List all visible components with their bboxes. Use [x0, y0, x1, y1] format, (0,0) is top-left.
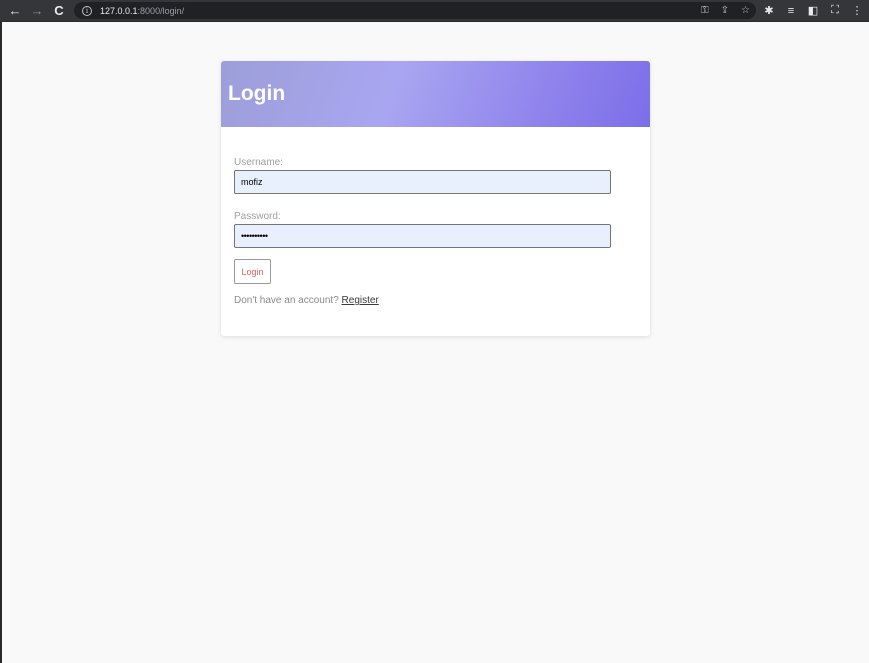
browser-toolbar: ← → C i 127.0.0.1:8000/login/ ⚿ ⇪ ☆ ✱ ≡ … — [0, 0, 869, 21]
login-card: Login Username: mofiz Password: ••••••••… — [221, 61, 650, 336]
key-icon[interactable]: ⚿ — [701, 5, 709, 16]
menu-icon[interactable]: ⋮ — [850, 4, 864, 17]
share-icon[interactable]: ⇪ — [721, 5, 729, 16]
login-card-header: Login — [221, 61, 650, 127]
register-prompt-line: Don't have an account? Register — [234, 295, 637, 306]
reload-icon: C — [54, 3, 64, 18]
register-prompt: Don't have an account? — [234, 295, 339, 306]
reload-button[interactable]: C — [48, 0, 70, 21]
arrow-left-icon: ← — [8, 3, 22, 18]
password-label: Password: — [234, 211, 281, 222]
url-path: :8000/login/ — [137, 5, 185, 16]
side-panel-icon[interactable]: ◧ — [806, 4, 820, 17]
forward-button[interactable]: → — [26, 0, 48, 21]
reading-list-icon[interactable]: ≡ — [784, 5, 798, 17]
extensions-icon[interactable]: ✱ — [762, 4, 776, 17]
register-link[interactable]: Register — [342, 295, 379, 306]
profile-icon[interactable]: ⛶ — [828, 4, 842, 17]
site-info-icon[interactable]: i — [82, 5, 92, 16]
back-button[interactable]: ← — [4, 0, 26, 21]
star-icon[interactable]: ☆ — [741, 5, 750, 16]
username-value: mofiz — [241, 177, 263, 187]
url-host: 127.0.0.1 — [100, 5, 138, 16]
login-form: Username: mofiz Password: •••••••••• Log… — [221, 127, 650, 306]
username-label: Username: — [234, 157, 283, 168]
arrow-right-icon: → — [30, 3, 44, 18]
address-bar[interactable]: i 127.0.0.1:8000/login/ ⚿ ⇪ ☆ — [74, 2, 756, 19]
login-button[interactable]: Login — [234, 259, 271, 284]
page-viewport: Login Username: mofiz Password: ••••••••… — [2, 22, 869, 663]
username-field[interactable]: mofiz — [234, 170, 611, 194]
password-value: •••••••••• — [241, 231, 268, 241]
password-field[interactable]: •••••••••• — [234, 224, 611, 248]
page-title: Login — [228, 82, 286, 105]
